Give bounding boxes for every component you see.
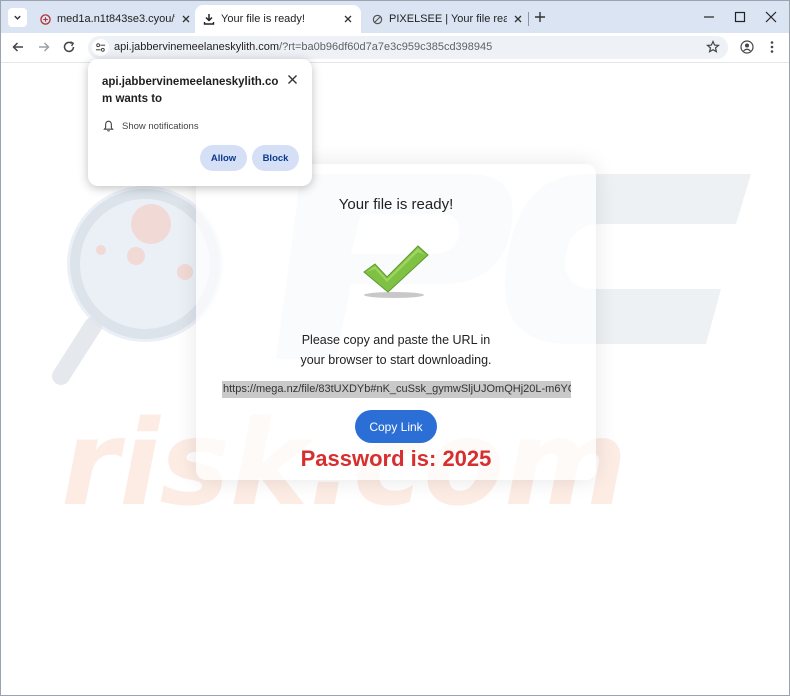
- tab-title: PIXELSEE | Your file ready to do: [389, 13, 507, 25]
- close-icon[interactable]: [179, 12, 193, 26]
- tab-3[interactable]: PIXELSEE | Your file ready to do: [365, 5, 525, 33]
- download-card: Your file is ready! Please copy and past…: [196, 164, 596, 480]
- card-title: Your file is ready!: [338, 196, 454, 213]
- instruction-line-2: your browser to start downloading.: [300, 353, 492, 367]
- popup-suffix: wants to: [115, 93, 163, 105]
- chevron-down-icon: [14, 15, 21, 20]
- site-icon: [371, 13, 383, 25]
- tab-1[interactable]: med1a.n1t843se3.cyou/file.zip?: [33, 5, 193, 33]
- browser-window: med1a.n1t843se3.cyou/file.zip? Your file…: [0, 0, 790, 696]
- block-button[interactable]: Block: [252, 145, 299, 171]
- address-bar[interactable]: api.jabbervinemeelaneskylith.com/?rt=ba0…: [88, 36, 728, 59]
- url-text[interactable]: api.jabbervinemeelaneskylith.com/?rt=ba0…: [114, 41, 492, 53]
- site-info-icon[interactable]: [92, 39, 109, 56]
- reload-icon[interactable]: [62, 40, 76, 54]
- url-path: /?rt=ba0b96df60d7a7e3c959c385cd398945: [279, 41, 493, 53]
- instructions: Please copy and paste the URL in your br…: [196, 330, 596, 370]
- close-window-icon[interactable]: [765, 11, 777, 23]
- close-icon[interactable]: [341, 12, 355, 26]
- permission-row: Show notifications: [103, 119, 199, 133]
- instruction-line-1: Please copy and paste the URL in: [301, 333, 491, 347]
- copy-link-button[interactable]: Copy Link: [355, 410, 437, 443]
- site-icon: [39, 13, 51, 25]
- permission-label: Show notifications: [122, 120, 199, 132]
- back-arrow-icon[interactable]: [11, 40, 25, 54]
- password-text: Password is: 2025: [300, 446, 492, 471]
- close-icon[interactable]: [287, 74, 298, 85]
- notification-permission-popup: api.jabbervinemeelaneskylith.co m wants …: [88, 59, 312, 186]
- download-link-text[interactable]: https://mega.nz/file/83tUXDYb#nK_cuSsk_g…: [222, 381, 571, 398]
- star-icon[interactable]: [706, 40, 720, 54]
- tab-2[interactable]: Your file is ready!: [195, 5, 361, 33]
- tab-search-button[interactable]: [8, 8, 27, 27]
- bell-icon: [103, 120, 114, 132]
- tab-strip: med1a.n1t843se3.cyou/file.zip? Your file…: [1, 1, 789, 33]
- popup-title: api.jabbervinemeelaneskylith.co m wants …: [102, 74, 282, 108]
- allow-button[interactable]: Allow: [200, 145, 247, 171]
- forward-arrow-icon[interactable]: [37, 40, 51, 54]
- checkmark-icon: [363, 245, 429, 298]
- tab-title: Your file is ready!: [221, 13, 305, 25]
- close-icon[interactable]: [511, 12, 525, 26]
- url-host: api.jabbervinemeelaneskylith.com: [114, 41, 280, 53]
- profile-icon[interactable]: [740, 40, 754, 54]
- maximize-icon[interactable]: [734, 11, 746, 23]
- plus-icon[interactable]: [533, 10, 547, 24]
- minimize-icon[interactable]: [703, 11, 715, 23]
- tab-title: med1a.n1t843se3.cyou/file.zip?: [57, 13, 175, 25]
- download-icon: [203, 13, 215, 25]
- tab-separator: [528, 12, 529, 26]
- kebab-menu-icon[interactable]: [768, 40, 776, 54]
